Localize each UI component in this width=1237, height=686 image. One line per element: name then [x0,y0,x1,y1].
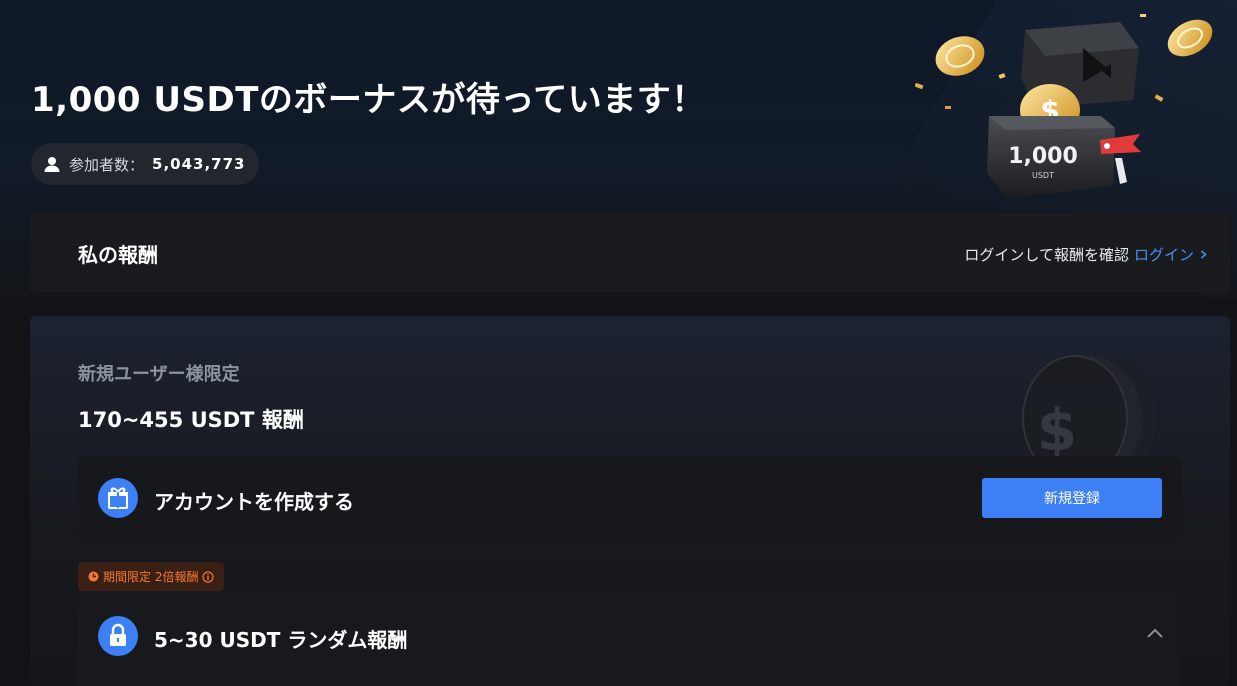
treasure-chest-illustration: $ 1,000 USDT [915,14,1213,198]
task-create-account: アカウントを作成する 新規登録 [78,456,1182,539]
chevron-right-icon[interactable] [1199,250,1208,259]
login-link[interactable]: ログイン [1134,244,1194,265]
gold-coin-left [935,36,985,76]
login-prompt-text: ログインして報酬を確認 [964,246,1129,264]
limited-badge-label: 期間限定 2倍報酬 [103,570,199,584]
signup-button[interactable]: 新規登録 [982,478,1162,518]
login-prompt: ログインして報酬を確認 ログイン [964,244,1208,265]
my-rewards-title: 私の報酬 [78,243,158,267]
gold-coin-right [1167,19,1213,57]
limited-double-reward-badge: 期間限定 2倍報酬 [78,562,225,591]
new-user-subtitle: 新規ユーザー様限定 [78,364,240,385]
chevron-up-icon[interactable] [1146,626,1164,640]
lock-icon [98,616,138,656]
user-icon [44,157,60,172]
chest-body: 1,000 USDT [987,116,1115,198]
svg-text:1,000: 1,000 [1008,144,1078,169]
participants-pill: 参加者数： 5,043,773 [31,143,260,185]
new-user-amount: 170~455 USDT 報酬 [78,408,304,432]
svg-text:$: $ [1037,396,1077,464]
gift-icon [98,478,138,518]
participants-label: 参加者数： [69,155,145,174]
info-icon[interactable] [202,570,215,583]
task-random-reward-title: 5~30 USDT ランダム報酬 [154,628,408,652]
task-random-reward: 5~30 USDT ランダム報酬 [78,591,1182,686]
new-user-bonus-panel: 新規ユーザー様限定 170~455 USDT 報酬 $ アカウントを作成する 新… [30,316,1230,686]
participants-count: 5,043,773 [152,155,246,173]
svg-text:USDT: USDT [1032,171,1054,180]
task-create-account-title: アカウントを作成する [154,490,354,514]
my-rewards-card: 私の報酬 ログインして報酬を確認 ログイン [30,213,1230,292]
hero-title: 1,000 USDTのボーナスが待っています！ [31,80,706,120]
clock-icon [88,571,99,582]
